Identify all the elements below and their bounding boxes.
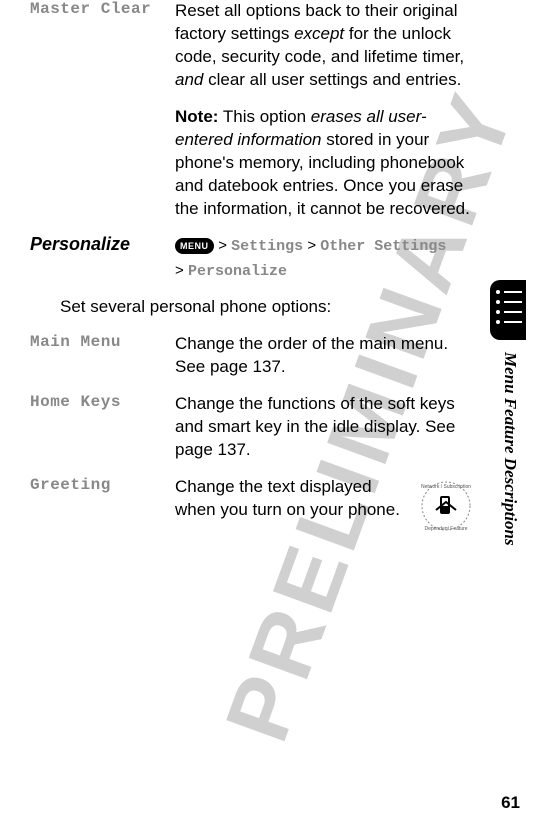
page-number: 61 xyxy=(501,793,520,813)
path-other: Other Settings xyxy=(320,238,446,255)
page-content: Master Clear Reset all options back to t… xyxy=(0,0,544,534)
greeting-row: Greeting Network / Subscription Dependen… xyxy=(30,476,504,534)
home-keys-row: Home Keys Change the functions of the so… xyxy=(30,393,504,462)
sep3: > xyxy=(175,262,188,279)
personalize-heading: Personalize xyxy=(30,234,130,254)
mc-text-b: except xyxy=(294,24,344,43)
settings-breadcrumb: > Settings > Other Settings > Personaliz… xyxy=(175,238,446,280)
sep1: > xyxy=(218,237,231,254)
main-menu-label: Main Menu xyxy=(30,333,121,351)
home-keys-label: Home Keys xyxy=(30,393,121,411)
menu-badge: MENU xyxy=(175,238,214,254)
master-clear-label: Master Clear xyxy=(30,0,151,18)
personalize-intro: Set several personal phone options: xyxy=(60,297,504,317)
greeting-label: Greeting xyxy=(30,476,111,494)
greeting-desc: Change the text displayed when you turn … xyxy=(175,477,400,519)
list-tab-icon xyxy=(490,280,526,340)
master-clear-row: Master Clear Reset all options back to t… xyxy=(30,0,504,220)
greeting-desc-wrap: Network / Subscription Dependent Feature… xyxy=(175,476,504,534)
mc-text-e: clear all user settings and entries. xyxy=(203,70,461,89)
section-title-vertical: Menu Feature Descriptions xyxy=(500,352,520,546)
main-menu-row: Main Menu Change the order of the main m… xyxy=(30,333,504,379)
main-menu-desc: Change the order of the main menu. See p… xyxy=(175,333,504,379)
network-feature-icon: Network / Subscription Dependent Feature xyxy=(418,478,474,534)
note-label: Note: xyxy=(175,107,218,126)
path-personalize: Personalize xyxy=(188,263,287,280)
home-keys-desc: Change the functions of the soft keys an… xyxy=(175,393,504,462)
sep2: > xyxy=(303,237,320,254)
svg-text:Dependent Feature: Dependent Feature xyxy=(424,526,467,532)
svg-text:Network / Subscription: Network / Subscription xyxy=(421,484,471,490)
master-clear-desc: Reset all options back to their original… xyxy=(175,0,504,220)
note-a: This option xyxy=(218,107,310,126)
personalize-row: Personalize MENU > Settings > Other Sett… xyxy=(30,234,504,283)
sidebar: Menu Feature Descriptions xyxy=(496,280,526,546)
path-settings: Settings xyxy=(231,238,303,255)
mc-text-d: and xyxy=(175,70,203,89)
